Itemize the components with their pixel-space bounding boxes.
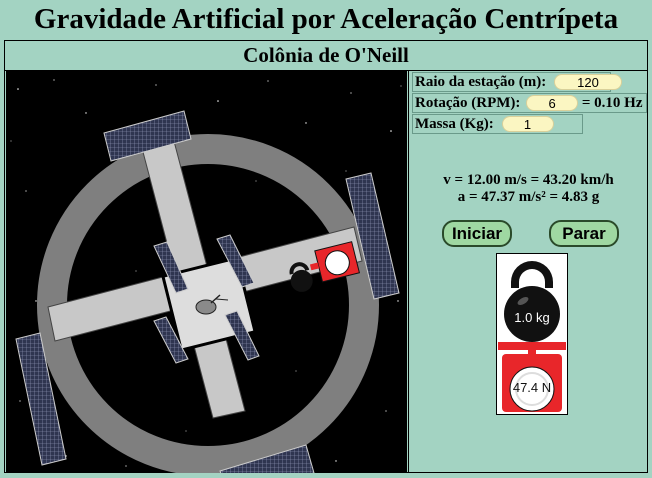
controls-panel: Raio da estação (m): 120 Rotação (RPM): … xyxy=(408,71,647,473)
station-svg xyxy=(6,71,407,473)
mass-input[interactable]: 1 xyxy=(501,116,554,132)
stop-button[interactable]: Parar xyxy=(549,220,619,247)
mass-row: Massa (Kg): 1 xyxy=(412,114,583,134)
weight-display: 1.0 kg 47.4 N xyxy=(496,253,568,415)
velocity-readout: v = 12.00 m/s = 43.20 km/h xyxy=(443,172,614,188)
scale-icon xyxy=(498,342,566,412)
rotation-input[interactable]: 6 xyxy=(526,95,579,111)
radius-label: Raio da estação (m): xyxy=(415,74,547,90)
rotation-label: Rotação (RPM): xyxy=(415,95,521,111)
mass-label: Massa (Kg): xyxy=(415,116,494,132)
radius-row: Raio da estação (m): 120 xyxy=(412,72,622,92)
start-button[interactable]: Iniciar xyxy=(442,220,512,247)
scale-force-label: 47.4 N xyxy=(512,380,552,395)
radius-input[interactable]: 120 xyxy=(553,74,622,90)
station-simulation xyxy=(6,71,407,473)
app-title: Gravidade Artificial por Aceleração Cent… xyxy=(33,3,619,35)
results: v = 12.00 m/s = 43.20 km/h a = 47.37 m/s… xyxy=(409,172,648,206)
scene-title: Colônia de O'Neill xyxy=(5,41,647,71)
frequency-value: = 0.10 Hz xyxy=(581,95,643,111)
kettlebell-icon xyxy=(504,261,560,342)
acceleration-readout: a = 47.37 m/s² = 4.83 g xyxy=(457,189,600,205)
main-panel: Colônia de O'Neill Raio da estação (m): … xyxy=(4,40,648,473)
rotation-row: Rotação (RPM): 6 = 0.10 Hz xyxy=(412,93,647,113)
kettlebell-mass-label: 1.0 kg xyxy=(514,310,550,325)
